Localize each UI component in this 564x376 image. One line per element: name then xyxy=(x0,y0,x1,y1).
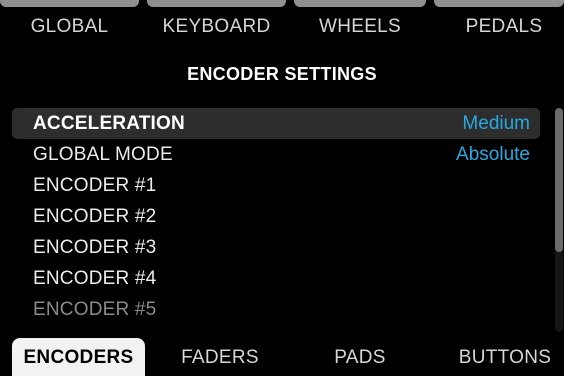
tab-label: ENCODERS xyxy=(23,347,134,368)
scrollbar-thumb[interactable] xyxy=(555,108,563,252)
setting-label: ENCODER #4 xyxy=(33,268,157,289)
tab-pedals[interactable]: PEDALS xyxy=(434,0,564,46)
tab-label: PADS xyxy=(334,347,386,368)
tab-pads[interactable]: PADS xyxy=(300,338,420,376)
tab-encoders[interactable]: ENCODERS xyxy=(12,338,145,376)
top-tab-bar: GLOBAL KEYBOARD WHEELS PEDALS xyxy=(0,0,564,46)
bottom-tab-bar: ENCODERS FADERS PADS BUTTONS xyxy=(0,338,564,376)
setting-row-encoder-2[interactable]: ENCODER #2 xyxy=(12,201,540,232)
tab-buttons[interactable]: BUTTONS xyxy=(428,338,564,376)
setting-value: Absolute xyxy=(456,144,530,165)
setting-row-encoder-1[interactable]: ENCODER #1 xyxy=(12,170,540,201)
tab-keyboard[interactable]: KEYBOARD xyxy=(147,0,286,46)
tab-label: KEYBOARD xyxy=(162,16,271,37)
setting-row-global-mode[interactable]: GLOBAL MODE Absolute xyxy=(12,139,540,170)
tab-cap xyxy=(294,0,426,7)
settings-list: ACCELERATION Medium GLOBAL MODE Absolute… xyxy=(12,108,540,325)
tab-label: WHEELS xyxy=(318,16,402,37)
tab-global[interactable]: GLOBAL xyxy=(0,0,139,46)
tab-cap xyxy=(434,0,564,7)
page-title: ENCODER SETTINGS xyxy=(187,64,377,84)
setting-label: ACCELERATION xyxy=(33,113,185,134)
setting-row-acceleration[interactable]: ACCELERATION Medium xyxy=(12,108,540,139)
setting-row-encoder-5[interactable]: ENCODER #5 xyxy=(12,294,540,325)
tab-label: BUTTONS xyxy=(458,347,552,368)
setting-label: ENCODER #1 xyxy=(33,175,157,196)
tab-label: FADERS xyxy=(181,347,259,368)
setting-row-encoder-3[interactable]: ENCODER #3 xyxy=(12,232,540,263)
setting-label: ENCODER #2 xyxy=(33,206,157,227)
setting-row-encoder-4[interactable]: ENCODER #4 xyxy=(12,263,540,294)
tab-label: PEDALS xyxy=(465,16,543,37)
tab-cap xyxy=(147,0,286,7)
list-scrollbar[interactable] xyxy=(555,108,563,332)
setting-label: GLOBAL MODE xyxy=(33,144,173,165)
setting-value: Medium xyxy=(462,113,530,134)
tab-wheels[interactable]: WHEELS xyxy=(294,0,426,46)
setting-label: ENCODER #3 xyxy=(33,237,157,258)
tab-faders[interactable]: FADERS xyxy=(150,338,290,376)
tab-cap xyxy=(0,0,139,7)
setting-label: ENCODER #5 xyxy=(33,299,157,320)
tab-label: GLOBAL xyxy=(30,16,109,37)
